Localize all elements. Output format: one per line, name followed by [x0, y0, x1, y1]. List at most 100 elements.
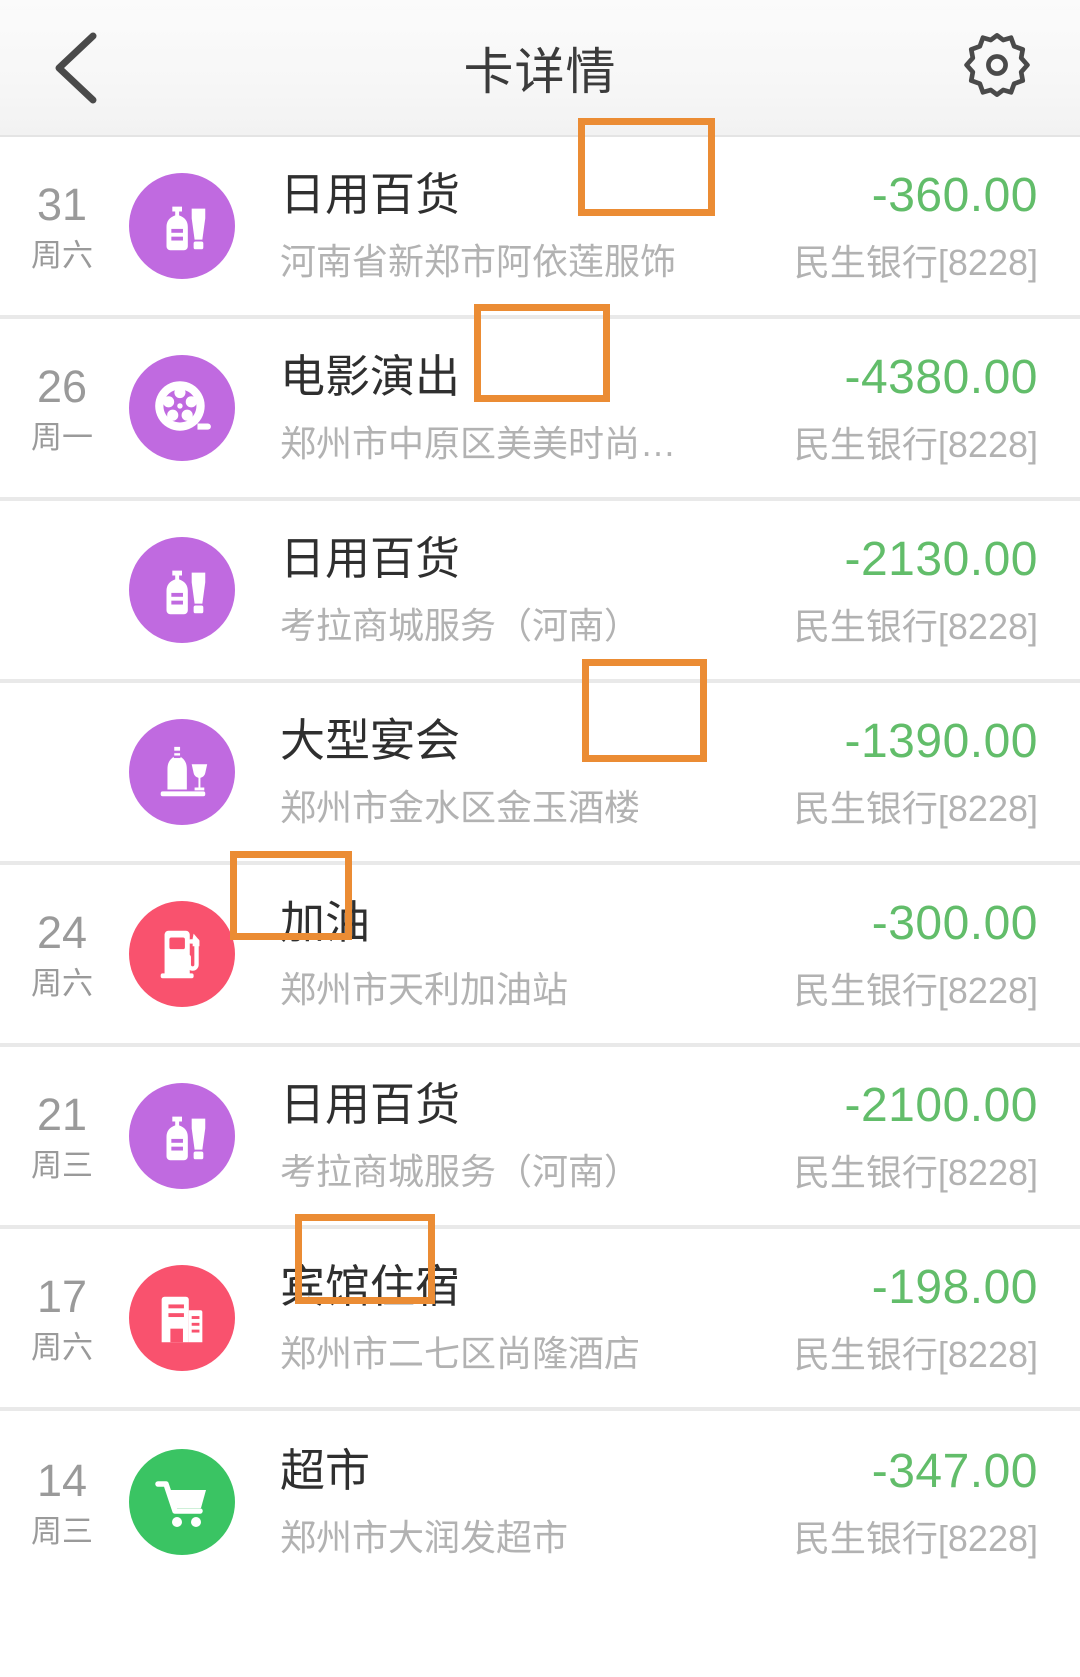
- table-row[interactable]: 日用百货考拉商城服务（河南） -2130.00 民生银行[8228]: [0, 501, 1080, 683]
- transaction-amount-wrap: -4380.00 民生银行[8228]: [793, 350, 1080, 465]
- date-day: 24: [36, 906, 88, 958]
- amount-value: -198.00: [871, 1260, 1038, 1314]
- transaction-info: 电影演出郑州市中原区美美时尚…: [246, 304, 794, 464]
- date-weekday: 周三: [31, 1513, 93, 1549]
- merchant-label: 郑州市大润发超市: [280, 1517, 569, 1558]
- film-reel-icon: [129, 355, 235, 461]
- transaction-list: 31 周六 日用百货 河南省新郑市阿依莲服饰 -360.00 民生银行[8228] 26 周一…: [0, 118, 1080, 1593]
- shopping-cart-icon: [129, 1449, 235, 1555]
- amount-value: -300.00: [871, 896, 1038, 950]
- category-label: 宾馆住宿: [280, 1261, 461, 1313]
- category-icon-wrap: [118, 901, 246, 1007]
- category-icon-wrap: [118, 1083, 246, 1189]
- table-row[interactable]: 24 周六 加油郑州市天利加油站 -300.00 民生银行[8228]: [0, 851, 1080, 1047]
- category-label: 日用百货: [280, 169, 461, 221]
- category-icon-wrap: [118, 1449, 246, 1555]
- page-title: 卡详情: [463, 43, 617, 100]
- gear-icon: [958, 26, 1036, 109]
- amount-value: -2100.00: [844, 1078, 1038, 1132]
- transaction-date: 31 周六: [0, 178, 118, 275]
- merchant-label: 郑州市天利加油站: [280, 969, 569, 1010]
- transaction-info: 加油郑州市天利加油站: [230, 851, 794, 1010]
- category-label: 电影演出: [280, 351, 461, 403]
- bank-label: 民生银行[8228]: [793, 605, 1038, 647]
- bank-label: 民生银行[8228]: [793, 241, 1038, 283]
- amount-value: -360.00: [871, 168, 1038, 222]
- lotion-bottle-icon: [129, 173, 235, 279]
- category-label: 大型宴会: [280, 715, 461, 767]
- table-row[interactable]: 17 周六 宾馆住宿郑州市二七区尚隆酒店 -198.00 民生银行[8228]: [0, 1214, 1080, 1411]
- highlight-annotation-box: [474, 304, 610, 403]
- amount-value: -347.00: [871, 1444, 1038, 1498]
- date-weekday: 周六: [31, 1329, 93, 1365]
- transaction-date: 21 周三: [0, 1088, 118, 1185]
- transaction-amount-wrap: -347.00 民生银行[8228]: [793, 1444, 1080, 1559]
- bank-label: 民生银行[8228]: [793, 969, 1038, 1011]
- settings-button[interactable]: [954, 25, 1040, 111]
- merchant-label: 郑州市金水区金玉酒楼: [280, 787, 641, 828]
- transaction-info: 日用百货河南省新郑市阿依莲服饰: [246, 118, 794, 282]
- transaction-date: [0, 770, 118, 774]
- bank-label: 民生银行[8228]: [793, 787, 1038, 829]
- category-label: 日用百货: [280, 533, 461, 585]
- fuel-pump-icon: [129, 901, 235, 1007]
- category-icon-wrap: [118, 173, 246, 279]
- transaction-date: 26 周一: [0, 360, 118, 457]
- date-day: 17: [36, 1270, 88, 1322]
- date-weekday: 周一: [31, 419, 93, 455]
- transaction-amount-wrap: -300.00 民生银行[8228]: [793, 896, 1080, 1011]
- amount-value: -2130.00: [844, 532, 1038, 586]
- date-day: 31: [36, 178, 88, 230]
- transaction-info: 宾馆住宿郑州市二七区尚隆酒店: [246, 1214, 794, 1374]
- merchant-label: 考拉商城服务（河南）: [280, 605, 641, 646]
- category-icon-wrap: [118, 355, 246, 461]
- transaction-amount-wrap: -198.00 民生银行[8228]: [793, 1260, 1080, 1375]
- merchant-label: 郑州市二七区尚隆酒店: [280, 1333, 641, 1374]
- merchant-label: 河南省新郑市阿依莲服饰: [280, 241, 677, 282]
- date-day: 21: [36, 1088, 88, 1140]
- transaction-date: 17 周六: [0, 1270, 118, 1367]
- bank-label: 民生银行[8228]: [793, 423, 1038, 465]
- bank-label: 民生银行[8228]: [793, 1517, 1038, 1559]
- transaction-amount-wrap: -2130.00 民生银行[8228]: [793, 532, 1080, 647]
- category-icon-wrap: [118, 537, 246, 643]
- category-label: 日用百货: [280, 1079, 461, 1131]
- table-row[interactable]: 31 周六 日用百货河南省新郑市阿依莲服饰 -360.00 民生银行[8228]: [0, 118, 1080, 319]
- date-weekday: 周六: [31, 965, 93, 1001]
- merchant-label: 考拉商城服务（河南）: [280, 1151, 641, 1192]
- date-weekday: 周六: [31, 237, 93, 273]
- transaction-date: [0, 588, 118, 592]
- transaction-info: 超市郑州市大润发超市: [246, 1446, 794, 1557]
- category-icon-wrap: [118, 719, 246, 825]
- category-label: 加油: [280, 897, 371, 949]
- lotion-bottle-icon: [129, 537, 235, 643]
- table-row[interactable]: 大型宴会郑州市金水区金玉酒楼 -1390.00 民生银行[8228]: [0, 659, 1080, 865]
- transaction-date: 14 周三: [0, 1454, 118, 1551]
- app-header: 卡详情: [0, 0, 1080, 137]
- merchant-label: 郑州市中原区美美时尚…: [280, 423, 677, 464]
- bank-label: 民生银行[8228]: [793, 1333, 1038, 1375]
- table-row[interactable]: 14 周三 超市郑州市大润发超市 -347.00 民生银行[8228]: [0, 1411, 1080, 1593]
- transaction-info: 日用百货考拉商城服务（河南）: [246, 534, 794, 645]
- date-day: 14: [36, 1454, 88, 1506]
- date-day: 26: [36, 360, 88, 412]
- table-row[interactable]: 21 周三 日用百货考拉商城服务（河南） -2100.00 民生银行[8228]: [0, 1047, 1080, 1229]
- transaction-amount-wrap: -360.00 民生银行[8228]: [793, 168, 1080, 283]
- back-button[interactable]: [0, 0, 150, 136]
- transaction-info: 日用百货考拉商城服务（河南）: [246, 1080, 794, 1191]
- category-label: 超市: [280, 1445, 371, 1497]
- lotion-bottle-icon: [129, 1083, 235, 1189]
- amount-value: -1390.00: [844, 714, 1038, 768]
- table-row[interactable]: 26 周一 电影演出郑州市中原区美美时尚… -4380.00 民生银行[8228]: [0, 304, 1080, 501]
- amount-value: -4380.00: [844, 350, 1038, 404]
- transaction-amount-wrap: -1390.00 民生银行[8228]: [793, 714, 1080, 829]
- bottle-glass-icon: [129, 719, 235, 825]
- transaction-info: 大型宴会郑州市金水区金玉酒楼: [246, 659, 794, 828]
- transaction-date: 24 周六: [0, 906, 118, 1003]
- bank-label: 民生银行[8228]: [793, 1151, 1038, 1193]
- transaction-amount-wrap: -2100.00 民生银行[8228]: [793, 1078, 1080, 1193]
- category-icon-wrap: [118, 1265, 246, 1371]
- hotel-building-icon: [129, 1265, 235, 1371]
- chevron-left-icon: [51, 31, 99, 105]
- date-weekday: 周三: [31, 1147, 93, 1183]
